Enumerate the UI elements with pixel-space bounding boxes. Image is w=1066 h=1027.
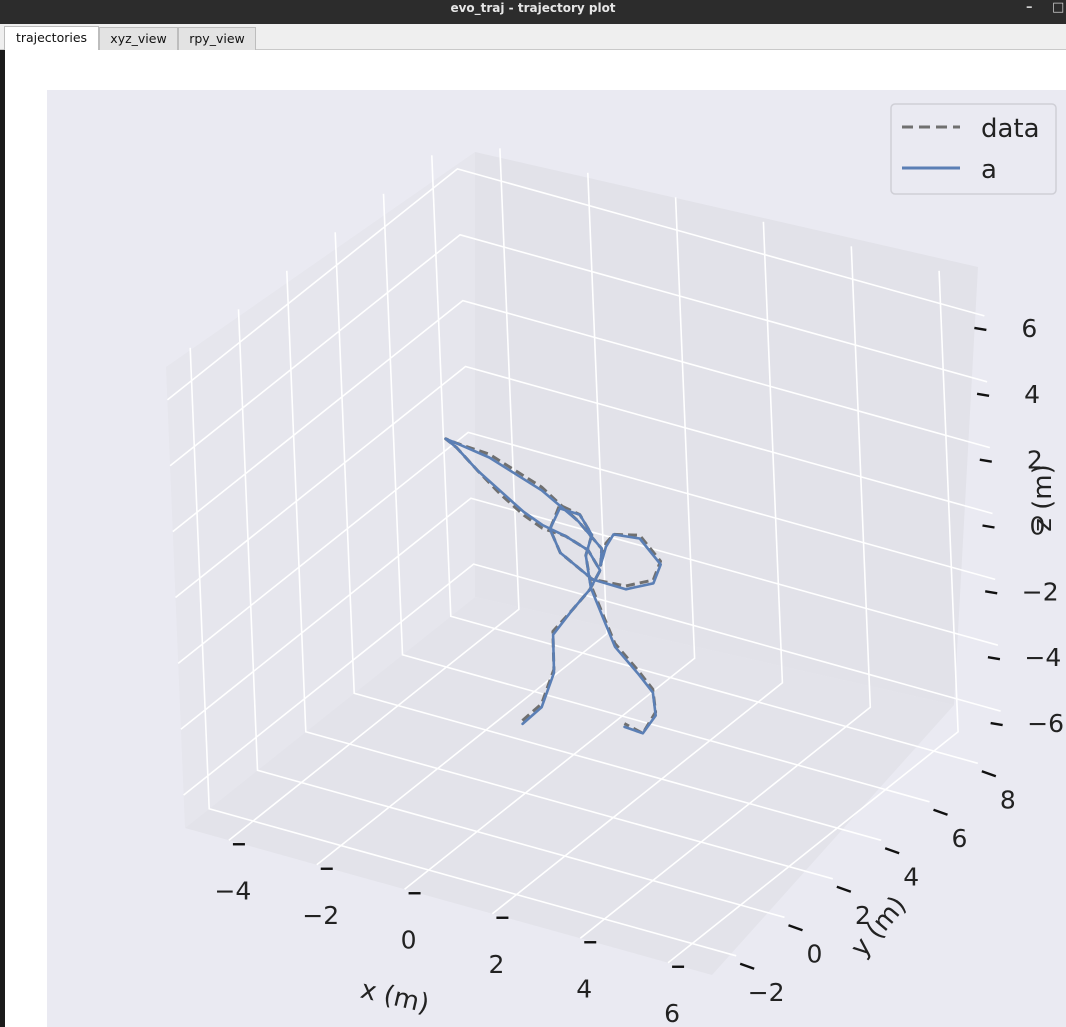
y-tick-label: −2 [748, 978, 785, 1007]
tab-bar: trajectories xyz_view rpy_view [0, 24, 1066, 50]
tab-trajectories[interactable]: trajectories [4, 26, 99, 50]
x-tick-label: 4 [576, 974, 592, 1003]
trajectory-3d-plot[interactable]: −4−20246−202468−6−4−20246 x (m) y (m) z … [5, 50, 1066, 1027]
maximize-button[interactable]: □ [1052, 0, 1064, 16]
x-tick-label: −4 [214, 876, 251, 905]
y-tick-label: 6 [952, 824, 968, 853]
x-tick-label: 6 [664, 999, 680, 1027]
z-axis-label: z (m) [1028, 464, 1058, 532]
tab-xyz-view[interactable]: xyz_view [99, 27, 178, 50]
z-tick-label: −6 [1027, 709, 1064, 738]
y-tick-label: 4 [903, 862, 919, 891]
x-tick-label: 0 [401, 925, 417, 954]
legend[interactable]: data a [890, 103, 1057, 195]
z-tick-label: −2 [1022, 577, 1059, 606]
x-tick-label: 2 [488, 950, 504, 979]
minimize-button[interactable]: – [1026, 0, 1033, 16]
window-title: evo_traj - trajectory plot [450, 1, 616, 15]
window-titlebar: evo_traj - trajectory plot – □ [0, 0, 1066, 24]
y-tick-label: 0 [807, 939, 823, 968]
tab-rpy-view[interactable]: rpy_view [178, 27, 256, 50]
z-tick-label: 6 [1021, 314, 1037, 343]
figure-canvas[interactable]: −4 −2 0 2 4 6 −2 0 2 4 6 8 −6 −4 −2 0 2 4 6 x (m) y (m) z … [5, 50, 1066, 1027]
z-tick-label: 4 [1024, 380, 1040, 409]
z-tick-label: −4 [1024, 643, 1061, 672]
legend-data-label: data [981, 114, 1040, 144]
y-tick-label: 8 [1000, 785, 1016, 814]
x-tick-label: −2 [302, 901, 339, 930]
legend-a-label: a [981, 155, 997, 185]
